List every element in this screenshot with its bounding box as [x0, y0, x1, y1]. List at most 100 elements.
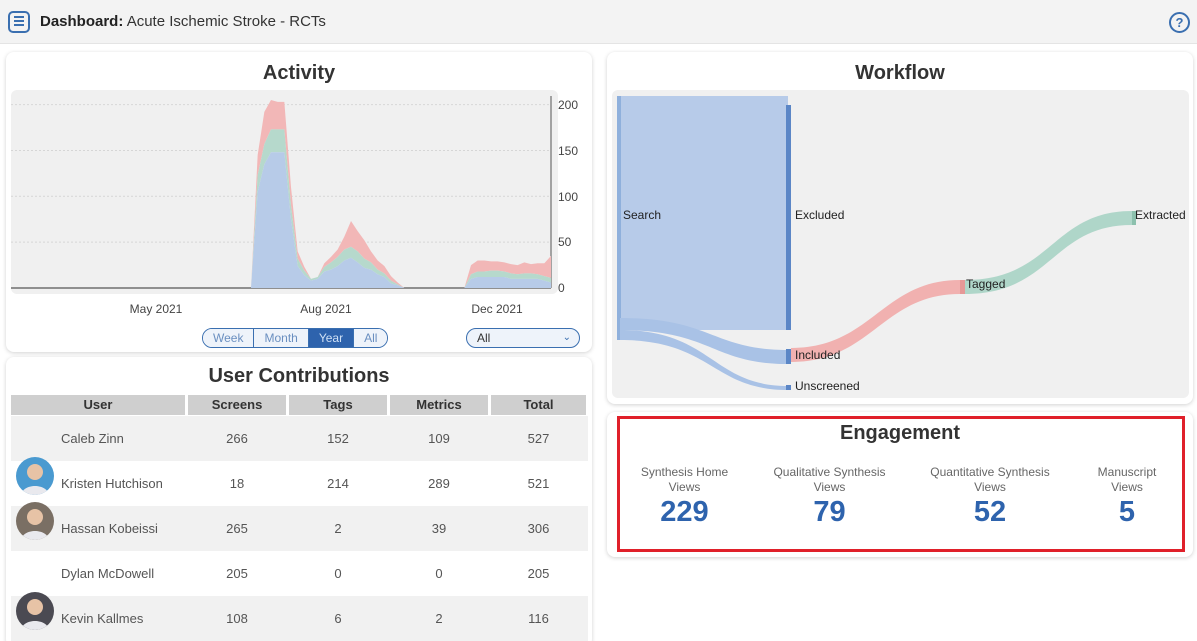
node-included — [786, 349, 791, 364]
project-title: Acute Ischemic Stroke - RCTs — [126, 13, 326, 30]
x-tick: Aug 2021 — [300, 302, 352, 316]
column-header-screens[interactable]: Screens — [188, 395, 286, 415]
screens-cell: 108 — [226, 611, 248, 626]
node-label-search: Search — [623, 208, 662, 222]
tags-cell: 152 — [327, 431, 349, 446]
total-cell: 306 — [527, 521, 550, 536]
user-name: Kristen Hutchison — [61, 476, 163, 491]
y-tick: 50 — [558, 235, 572, 249]
area-series-0 — [11, 152, 551, 288]
activity-card: Activity 200 150 100 50 0 May 2021 Aug 2… — [6, 52, 592, 352]
user-filter-select[interactable]: All ⌄ — [466, 328, 580, 348]
table-header: User Screens Tags Metrics Total — [11, 395, 588, 415]
engagement-title: Engagement — [839, 422, 961, 444]
hamburger-menu-icon[interactable] — [8, 11, 30, 33]
user-name: Hassan Kobeissi — [61, 521, 158, 536]
tab-month[interactable]: Month — [254, 329, 309, 347]
node-tagged — [960, 280, 965, 294]
total-cell: 116 — [528, 611, 549, 626]
activity-title: Activity — [262, 62, 336, 84]
node-label-included: Included — [795, 348, 841, 362]
workflow-card: Workflow Search Excluded Included Unscre… — [607, 52, 1193, 404]
total-cell: 521 — [527, 476, 550, 491]
metric-value: 52 — [973, 496, 1007, 528]
metric-value: 5 — [1118, 496, 1136, 528]
table-row: Caleb Zinn 266 152 109 527 — [11, 416, 588, 461]
metrics-cell: 109 — [428, 431, 450, 446]
tags-cell: 6 — [334, 611, 342, 626]
node-label-unscreened: Unscreened — [795, 379, 860, 393]
avatar — [16, 457, 54, 495]
workflow-sankey-area — [612, 90, 1189, 398]
total-cell: 205 — [527, 566, 550, 581]
metric-quantitative-synthesis-views: Quantitative Synthesis Views 52 — [920, 465, 1060, 529]
node-unscreened — [786, 385, 791, 390]
dashboard-label: Dashboard: — [40, 13, 124, 30]
chevron-down-icon: ⌄ — [562, 332, 571, 343]
metric-label: Synthesis Home — [640, 465, 729, 479]
column-header-total[interactable]: Total — [491, 395, 586, 415]
metric-label: Qualitative Synthesis — [773, 465, 886, 479]
x-tick: May 2021 — [129, 302, 183, 316]
page-title: Dashboard: Acute Ischemic Stroke - RCTs — [40, 13, 326, 30]
metric-label: Views — [668, 480, 701, 494]
contributions-title: User Contributions — [208, 365, 390, 387]
metric-value: 79 — [813, 496, 846, 528]
metric-label: Manuscript — [1097, 465, 1157, 479]
metric-label: Views — [1111, 480, 1143, 494]
total-cell: 527 — [527, 431, 550, 446]
metric-qualitative-synthesis-views: Qualitative Synthesis Views 79 — [762, 465, 897, 529]
column-header-tags[interactable]: Tags — [289, 395, 387, 415]
tags-cell: 2 — [334, 521, 342, 536]
x-tick: Dec 2021 — [471, 302, 523, 316]
metrics-cell: 0 — [435, 566, 443, 581]
table-row: Hassan Kobeissi 265 2 39 306 — [11, 502, 588, 551]
table-row: Kevin Kallmes 108 6 2 116 — [11, 592, 588, 641]
screens-cell: 266 — [226, 431, 248, 446]
node-label-tagged: Tagged — [966, 277, 1006, 291]
table-row: Kristen Hutchison 18 214 289 521 — [11, 457, 588, 506]
metric-label: Views — [813, 480, 846, 494]
user-name-cell: Hassan Kobeissi — [11, 502, 185, 540]
metric-manuscript-views: Manuscript Views 5 — [1087, 465, 1167, 529]
tab-year[interactable]: Year — [308, 329, 355, 347]
tab-all[interactable]: All — [354, 329, 388, 347]
time-range-toggle: Week Month Year All — [202, 328, 389, 348]
user-name: Kevin Kallmes — [61, 611, 144, 626]
metric-label: Views — [974, 480, 1006, 494]
y-tick: 0 — [558, 281, 565, 295]
avatar — [16, 592, 54, 630]
table-row: Dylan McDowell 205 0 0 205 — [11, 551, 588, 596]
tags-cell: 214 — [327, 476, 349, 491]
column-header-metrics[interactable]: Metrics — [390, 395, 488, 415]
metrics-cell: 289 — [428, 476, 450, 491]
user-name-cell: Dylan McDowell — [61, 566, 155, 581]
column-header-user[interactable]: User — [11, 395, 185, 415]
top-bar: Dashboard: Acute Ischemic Stroke - RCTs … — [0, 0, 1197, 44]
y-tick: 200 — [558, 98, 579, 112]
activity-chart-area — [11, 90, 558, 294]
user-name-cell: Kristen Hutchison — [11, 457, 185, 495]
workflow-title: Workflow — [855, 62, 945, 84]
node-label-extracted: Extracted — [1135, 208, 1186, 222]
engagement-card: Engagement Synthesis Home Views 229 Qual… — [607, 412, 1193, 557]
metrics-cell: 39 — [431, 521, 447, 536]
screens-cell: 18 — [229, 476, 245, 491]
node-label-excluded: Excluded — [795, 208, 845, 222]
metric-value: 229 — [660, 496, 709, 528]
user-name-cell: Kevin Kallmes — [11, 592, 185, 630]
metric-synthesis-home-views: Synthesis Home Views 229 — [632, 465, 737, 529]
workflow-sankey — [617, 96, 1136, 390]
avatar — [16, 502, 54, 540]
y-tick: 100 — [558, 190, 579, 204]
node-excluded — [786, 105, 791, 330]
screens-cell: 205 — [226, 566, 248, 581]
node-search — [617, 96, 621, 340]
help-circle-icon[interactable]: ? — [1169, 12, 1190, 33]
y-tick: 150 — [558, 144, 579, 158]
tab-week[interactable]: Week — [203, 329, 255, 347]
tags-cell: 0 — [334, 566, 342, 581]
metric-label: Quantitative Synthesis — [930, 465, 1050, 479]
user-filter-value: All — [477, 331, 491, 345]
user-contributions-card: User Contributions User Screens Tags Met… — [6, 357, 592, 641]
